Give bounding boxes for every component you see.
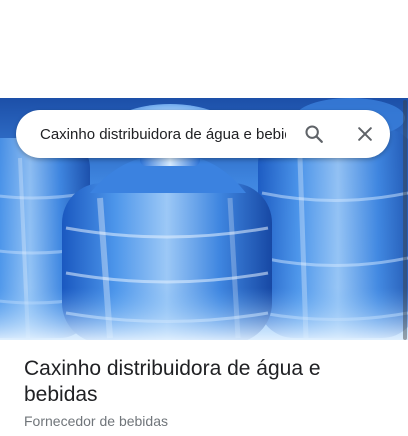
scrollbar-thumb[interactable] [403,100,407,340]
search-box[interactable] [16,110,390,158]
search-icon[interactable] [302,122,326,146]
search-input[interactable] [40,125,286,143]
top-blank-area [0,0,408,98]
close-icon[interactable] [353,122,377,146]
place-info: Caxinho distribuidora de água e bebidas … [0,340,402,436]
maps-place-panel: Caxinho distribuidora de água e bebidas … [0,0,408,436]
place-category[interactable]: Fornecedor de bebidas [24,412,168,430]
place-title: Caxinho distribuidora de água e bebidas [24,357,321,406]
